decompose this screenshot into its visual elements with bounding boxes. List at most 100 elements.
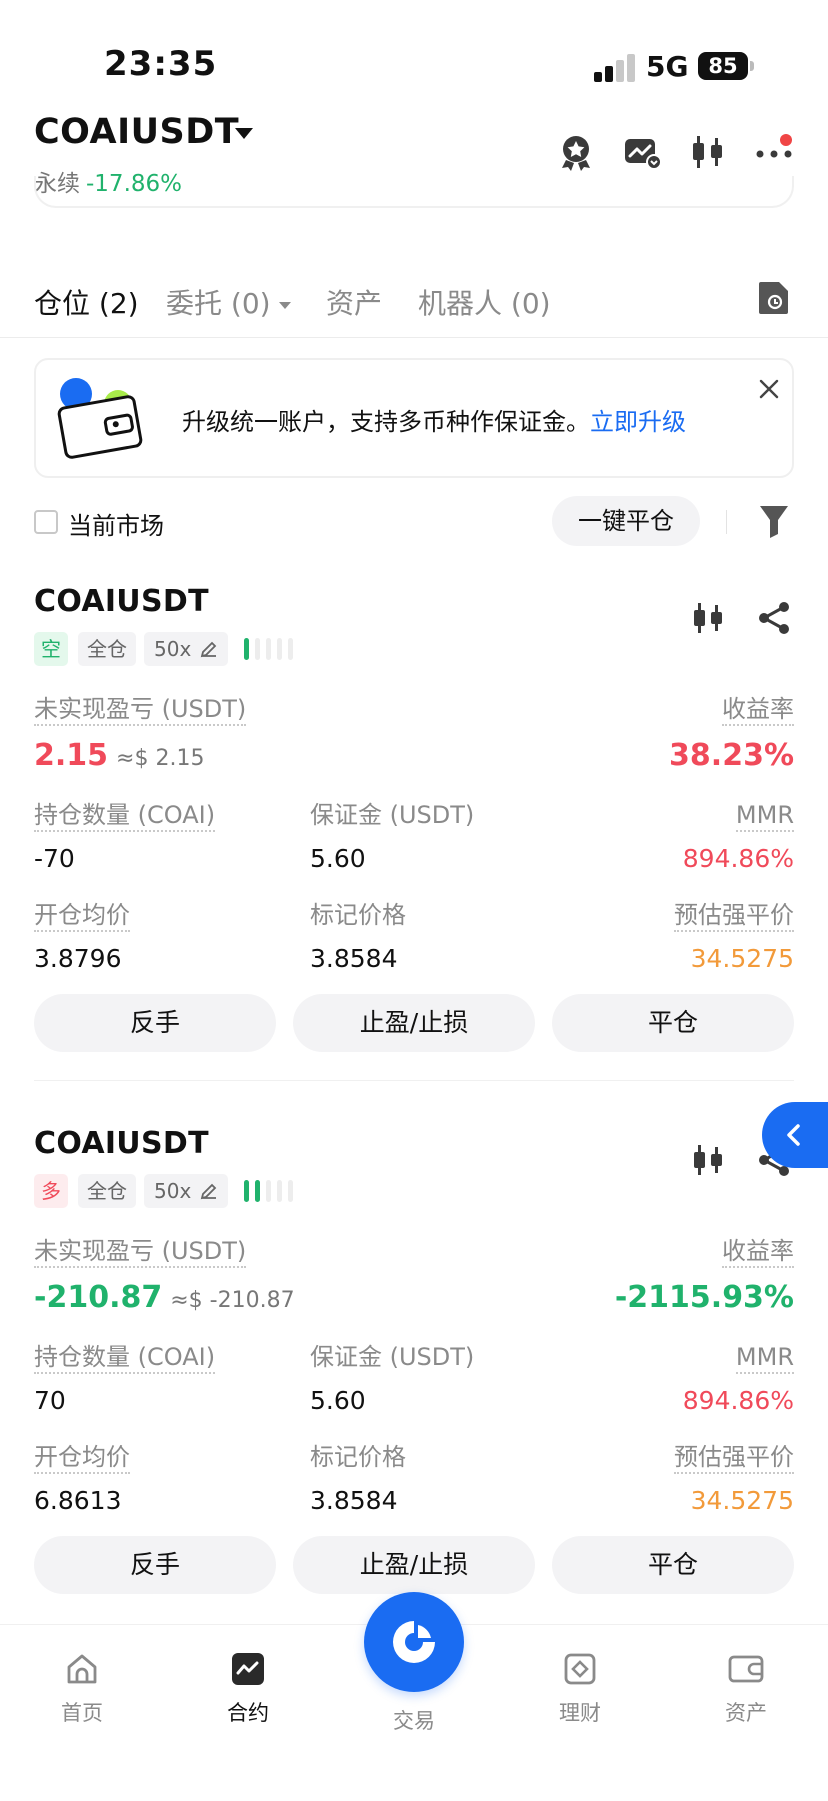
close-all-button[interactable]: 一键平仓 [552, 496, 700, 546]
upgrade-link[interactable]: 立即升级 [590, 408, 686, 436]
pnl-usd-value: ≈$ 2.15 [116, 746, 205, 771]
earn-icon [564, 1653, 596, 1685]
trade-icon [393, 1621, 435, 1663]
candlestick-icon[interactable] [690, 1142, 726, 1178]
entry-price-value: 3.8796 [34, 944, 122, 973]
banner-text: 升级统一账户，支持多币种作保证金。 [182, 408, 590, 436]
leverage-value: 50x [154, 637, 192, 661]
close-position-button[interactable]: 平仓 [552, 994, 794, 1052]
unrealized-pnl: -210.87 ≈$ -210.87 [34, 1280, 295, 1315]
margin-label: 保证金 (USDT) [310, 1343, 475, 1371]
badge-icon[interactable] [556, 132, 596, 172]
nav-earn[interactable]: 理财 [520, 1651, 640, 1727]
side-drawer-tab[interactable] [762, 1102, 828, 1168]
leverage-badge[interactable]: 50x [144, 1174, 228, 1208]
side-badge: 空 [34, 632, 68, 666]
entry-price-label[interactable]: 开仓均价 [34, 900, 130, 932]
tab-assets[interactable]: 资产 [326, 282, 382, 322]
trade-button[interactable] [364, 1592, 464, 1692]
nav-home[interactable]: 首页 [22, 1651, 142, 1727]
close-position-button[interactable]: 平仓 [552, 1536, 794, 1594]
reverse-button[interactable]: 反手 [34, 1536, 276, 1594]
status-bar: 23:35 5G 85 [0, 0, 828, 100]
position-symbol[interactable]: COAIUSDT [34, 584, 209, 619]
mmr-label[interactable]: MMR [735, 1342, 794, 1374]
margin-label: 保证金 (USDT) [310, 801, 475, 829]
nav-futures[interactable]: 合约 [188, 1651, 308, 1727]
nav-assets[interactable]: 资产 [686, 1651, 806, 1727]
candlestick-icon[interactable] [688, 132, 728, 172]
liq-price-label[interactable]: 预估强平价 [674, 1442, 794, 1474]
adl-indicator [244, 1180, 304, 1202]
tp-sl-button[interactable]: 止盈/止损 [293, 1536, 535, 1594]
tab-orders[interactable]: 委托 (0) [166, 282, 291, 322]
chart-alert-icon[interactable] [622, 132, 662, 172]
pnl-value: 2.15 [34, 738, 109, 773]
signal-icon [594, 52, 636, 82]
nav-assets-label: 资产 [725, 1701, 767, 1725]
margin-mode-badge[interactable]: 全仓 [78, 632, 136, 666]
edit-icon [200, 1183, 217, 1200]
entry-price-value: 6.8613 [34, 1486, 122, 1515]
position-tabs: 仓位 (2) 委托 (0) 资产 机器人 (0) [0, 270, 828, 338]
share-icon[interactable] [756, 600, 792, 636]
liq-price-value: 34.5275 [690, 1486, 794, 1515]
status-time: 23:35 [104, 44, 218, 84]
pair-title[interactable]: COAIUSDT [34, 112, 239, 152]
tab-positions[interactable]: 仓位 (2) [34, 282, 139, 322]
pnl-label[interactable]: 未实现盈亏 (USDT) [34, 694, 247, 726]
network-type: 5G [646, 50, 689, 83]
mark-price-label: 标记价格 [310, 901, 406, 929]
margin-mode-badge[interactable]: 全仓 [78, 1174, 136, 1208]
mmr-value: 894.86% [682, 844, 794, 873]
margin-value: 5.60 [310, 844, 366, 873]
qty-value: 70 [34, 1386, 66, 1415]
qty-label[interactable]: 持仓数量 (COAI) [34, 800, 216, 832]
mark-price-value: 3.8584 [310, 1486, 398, 1515]
nav-trade[interactable]: 交易 [354, 1695, 474, 1735]
entry-price-label[interactable]: 开仓均价 [34, 1442, 130, 1474]
side-badge: 多 [34, 1174, 68, 1208]
pnl-label[interactable]: 未实现盈亏 (USDT) [34, 1236, 247, 1268]
leverage-value: 50x [154, 1179, 192, 1203]
close-icon[interactable] [756, 376, 782, 402]
pair-dropdown-icon[interactable] [235, 128, 253, 139]
position-card: COAIUSDT 多 全仓 50x 未实现盈亏 (USDT) 收益率 -210.… [0, 1126, 828, 1666]
roe-value: 38.23% [669, 738, 794, 773]
header-panel-edge [34, 176, 794, 208]
filter-icon[interactable] [758, 502, 790, 540]
candlestick-icon[interactable] [690, 600, 726, 636]
pnl-usd-value: ≈$ -210.87 [170, 1288, 295, 1313]
chevron-left-icon [787, 1124, 800, 1146]
notification-dot [780, 134, 792, 146]
roe-label[interactable]: 收益率 [722, 1236, 794, 1268]
home-icon [67, 1654, 97, 1684]
liq-price-label[interactable]: 预估强平价 [674, 900, 794, 932]
battery-icon: 85 [698, 52, 754, 80]
chevron-down-icon [278, 301, 291, 309]
roe-value: -2115.93% [614, 1280, 794, 1315]
position-symbol[interactable]: COAIUSDT [34, 1126, 209, 1161]
current-market-label[interactable]: 当前市场 [68, 506, 164, 541]
mark-price-value: 3.8584 [310, 944, 398, 973]
leverage-badge[interactable]: 50x [144, 632, 228, 666]
tab-orders-label: 委托 (0) [166, 287, 271, 320]
wallet-illustration-icon [57, 378, 143, 459]
tp-sl-button[interactable]: 止盈/止损 [293, 994, 535, 1052]
divider [726, 510, 727, 534]
mmr-label[interactable]: MMR [735, 800, 794, 832]
adl-indicator [244, 638, 304, 660]
margin-value: 5.60 [310, 1386, 366, 1415]
nav-earn-label: 理财 [559, 1701, 601, 1725]
mark-price-label: 标记价格 [310, 1443, 406, 1471]
banner-message: 升级统一账户，支持多币种作保证金。立即升级 [182, 402, 686, 437]
divider [34, 1080, 794, 1081]
reverse-button[interactable]: 反手 [34, 994, 276, 1052]
qty-label[interactable]: 持仓数量 (COAI) [34, 1342, 216, 1374]
current-market-checkbox[interactable] [34, 510, 58, 534]
mmr-value: 894.86% [682, 1386, 794, 1415]
upgrade-banner[interactable]: 升级统一账户，支持多币种作保证金。立即升级 [34, 358, 794, 478]
tab-bots[interactable]: 机器人 (0) [418, 282, 551, 322]
roe-label[interactable]: 收益率 [722, 694, 794, 726]
history-doc-icon[interactable] [758, 280, 790, 316]
